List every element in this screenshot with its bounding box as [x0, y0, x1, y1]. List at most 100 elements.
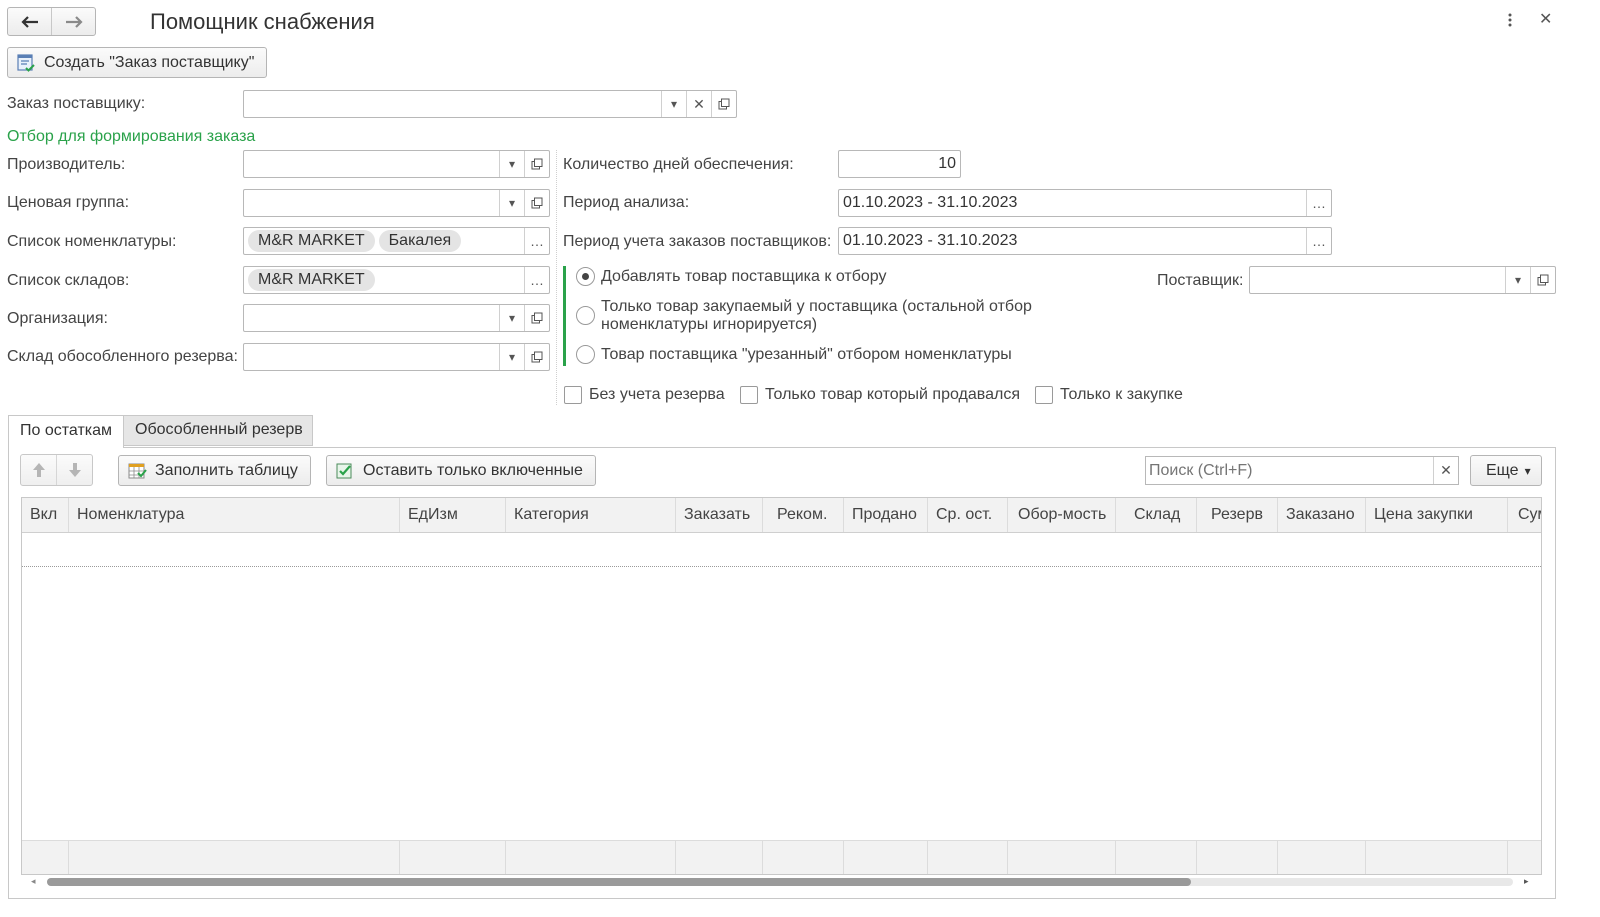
open-button[interactable]: [524, 305, 549, 331]
footer-cell: [400, 841, 506, 874]
search-field[interactable]: ✕: [1145, 456, 1459, 485]
column-header-turnover[interactable]: Обор-мость: [1008, 498, 1116, 532]
radio-only-supplier-goods-label[interactable]: Только товар закупаемый у поставщика (ос…: [601, 297, 1032, 317]
scroll-left-icon[interactable]: ◂: [31, 876, 36, 887]
dropdown-button[interactable]: ▾: [499, 151, 524, 177]
column-header-incl[interactable]: Вкл: [22, 498, 69, 532]
move-up-button[interactable]: [21, 455, 57, 485]
fill-table-button[interactable]: Заполнить таблицу: [118, 455, 311, 486]
horizontal-scrollbar[interactable]: ◂ ▸: [21, 875, 1542, 889]
organization-field[interactable]: ▾: [243, 304, 550, 332]
column-header-category[interactable]: Категория: [506, 498, 676, 532]
radio-add-to-filter-label[interactable]: Добавлять товар поставщика к отбору: [601, 267, 886, 287]
warehouse-tag[interactable]: M&R MARKET: [248, 269, 375, 291]
column-header-order[interactable]: Заказать: [676, 498, 763, 532]
clear-button[interactable]: ✕: [686, 91, 711, 117]
column-header-reserve[interactable]: Резерв: [1197, 498, 1278, 532]
back-button[interactable]: [8, 8, 52, 35]
more-button[interactable]: Еще ▾: [1470, 455, 1542, 486]
open-button[interactable]: [524, 151, 549, 177]
manufacturer-label: Производитель:: [7, 156, 126, 173]
footer-cell: [506, 841, 676, 874]
open-button[interactable]: [711, 91, 736, 117]
open-button[interactable]: [524, 190, 549, 216]
supplier-label: Поставщик:: [1157, 272, 1244, 289]
checkbox-sold-only-label[interactable]: Только товар который продавался: [765, 385, 1020, 405]
supplier-field[interactable]: ▾: [1249, 266, 1556, 294]
column-header-recommended[interactable]: Реком.: [763, 498, 844, 532]
footer-cell: [22, 841, 69, 874]
tab-reserve[interactable]: Обособленный резерв: [124, 415, 313, 446]
keep-included-button[interactable]: Оставить только включенные: [326, 455, 596, 486]
dropdown-button[interactable]: ▾: [499, 190, 524, 216]
table-row[interactable]: [22, 533, 1541, 567]
column-header-unit[interactable]: ЕдИзм: [400, 498, 506, 532]
supplier-order-label: Заказ поставщику:: [7, 95, 146, 112]
radio-cut-by-filter-label[interactable]: Товар поставщика "урезанный" отбором ном…: [601, 345, 1012, 365]
radio-cut-by-filter[interactable]: [576, 345, 595, 364]
radio-only-supplier-goods[interactable]: [576, 306, 595, 325]
move-down-button[interactable]: [57, 455, 93, 485]
select-list-button[interactable]: …: [524, 228, 549, 254]
more-vertical-icon[interactable]: [1504, 11, 1516, 29]
checked-box-icon: [336, 463, 352, 478]
reserve-warehouse-field[interactable]: ▾: [243, 343, 550, 371]
warehouse-list-field[interactable]: M&R MARKET …: [243, 266, 550, 294]
create-supplier-order-button[interactable]: Создать "Заказ поставщику": [7, 47, 268, 78]
column-header-nomenclature[interactable]: Номенклатура: [69, 498, 400, 532]
select-period-button[interactable]: …: [1306, 190, 1331, 216]
close-window-icon[interactable]: ✕: [1539, 12, 1555, 28]
dropdown-button[interactable]: ▾: [499, 305, 524, 331]
checkbox-no-reserve-label[interactable]: Без учета резерва: [589, 385, 725, 405]
checkbox-no-reserve[interactable]: [564, 386, 582, 404]
analysis-period-field[interactable]: 01.10.2023 - 31.10.2023 …: [838, 189, 1332, 217]
tab-remains-label: По остаткам: [20, 422, 113, 439]
column-header-warehouse[interactable]: Склад: [1116, 498, 1197, 532]
nav-buttons-group: [7, 7, 96, 36]
radio-only-supplier-goods-label-2[interactable]: номенклатуры игнорируется): [601, 315, 817, 335]
clear-icon: ✕: [693, 95, 705, 112]
supply-days-field[interactable]: 10: [838, 150, 961, 178]
column-header-ordered[interactable]: Заказано: [1278, 498, 1366, 532]
forward-button[interactable]: [52, 8, 96, 35]
footer-cell: [1008, 841, 1116, 874]
data-table: Вкл Номенклатура ЕдИзм Категория Заказат…: [21, 497, 1542, 875]
clear-search-button[interactable]: ✕: [1433, 457, 1458, 484]
price-group-field[interactable]: ▾: [243, 189, 550, 217]
clear-icon: ✕: [1440, 462, 1452, 478]
select-list-button[interactable]: …: [524, 267, 549, 293]
manufacturer-field[interactable]: ▾: [243, 150, 550, 178]
checkbox-purchase-only[interactable]: [1035, 386, 1053, 404]
supplier-order-field[interactable]: ▾ ✕: [243, 90, 737, 118]
column-header-sum[interactable]: Сум: [1508, 498, 1541, 532]
footer-cell: [844, 841, 928, 874]
tab-remains[interactable]: По остаткам: [8, 415, 124, 448]
open-button[interactable]: [1530, 267, 1555, 293]
organization-label: Организация:: [7, 310, 108, 327]
footer-cell: [763, 841, 844, 874]
checkbox-sold-only[interactable]: [740, 386, 758, 404]
search-input[interactable]: [1146, 457, 1433, 484]
checkbox-purchase-only-label[interactable]: Только к закупке: [1060, 385, 1183, 405]
supply-days-value: 10: [938, 155, 956, 172]
scrollbar-thumb[interactable]: [47, 878, 1191, 886]
dropdown-button[interactable]: ▾: [1505, 267, 1530, 293]
column-header-avg-remains[interactable]: Ср. ост.: [928, 498, 1008, 532]
footer-cell: [928, 841, 1008, 874]
select-period-button[interactable]: …: [1306, 228, 1331, 254]
open-button[interactable]: [524, 344, 549, 370]
dropdown-button[interactable]: ▾: [661, 91, 686, 117]
arrow-down-icon: [69, 463, 81, 477]
footer-cell: [1278, 841, 1366, 874]
nomenclature-list-field[interactable]: M&R MARKET Бакалея …: [243, 227, 550, 255]
page-title: Помощник снабжения: [150, 9, 375, 34]
scroll-right-icon[interactable]: ▸: [1524, 876, 1529, 887]
column-header-sold[interactable]: Продано: [844, 498, 928, 532]
nomenclature-tag[interactable]: M&R MARKET: [248, 230, 375, 252]
column-header-purchase-price[interactable]: Цена закупки: [1366, 498, 1508, 532]
open-window-icon: [531, 312, 543, 324]
orders-period-field[interactable]: 01.10.2023 - 31.10.2023 …: [838, 227, 1332, 255]
dropdown-button[interactable]: ▾: [499, 344, 524, 370]
radio-add-to-filter[interactable]: [576, 267, 595, 286]
nomenclature-tag[interactable]: Бакалея: [378, 230, 462, 252]
